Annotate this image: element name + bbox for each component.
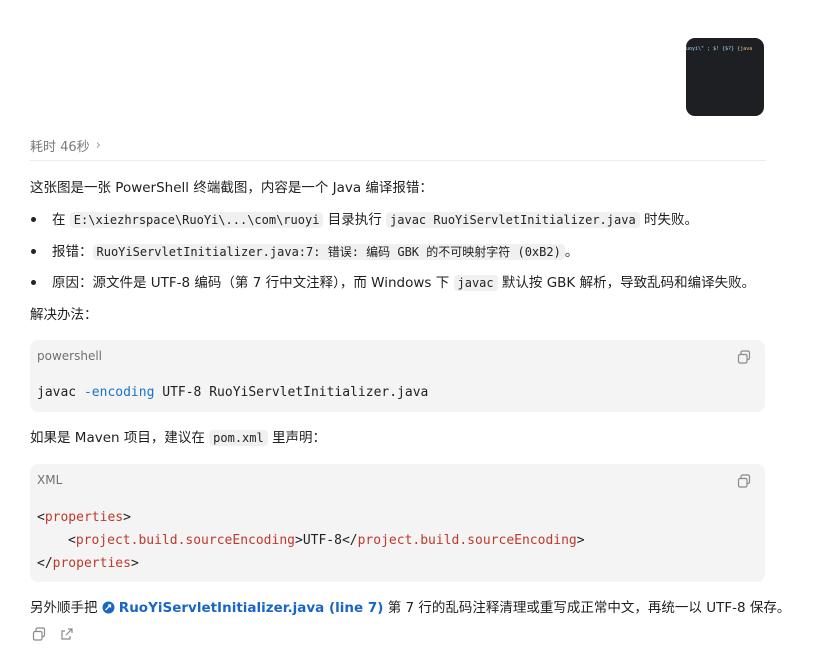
intro-text: 这张图是一张 PowerShell 终端截图，内容是一个 Java 编译报错： <box>30 180 433 196</box>
message-actions <box>32 627 74 641</box>
chevron-right-icon: › <box>95 138 101 153</box>
list-item: 在 E:\xiezhrspace\RuoYi\...\com\ruoyi 目录执… <box>52 212 698 228</box>
code-line: </properties> <box>37 556 139 571</box>
share-icon[interactable] <box>60 627 74 641</box>
code-line: <project.build.sourceEncoding>UTF-8</pro… <box>68 533 585 548</box>
code-line: <properties> <box>37 510 131 525</box>
elapsed-time-label: 耗时 46秒 <box>30 140 90 155</box>
code-block-powershell: powershell javac -encoding UTF-8 RuoYiSe… <box>30 340 765 412</box>
list-item: 原因：源文件是 UTF-8 编码（第 7 行中文注释），而 Windows 下 … <box>52 275 756 291</box>
bullet-marker <box>31 280 36 285</box>
file-link-icon <box>102 601 115 614</box>
closing-text: 另外顺手把 RuoYiServletInitializer.java (line… <box>30 600 791 616</box>
inline-code-path: E:\xiezhrspace\RuoYi\...\com\ruoyi <box>69 212 324 228</box>
code-language-label: powershell <box>37 349 102 363</box>
copy-icon[interactable] <box>737 474 751 488</box>
code-line: javac -encoding UTF-8 RuoYiServletInitia… <box>37 385 429 400</box>
bullet-marker <box>31 249 36 254</box>
code-language-label: XML <box>37 473 63 487</box>
elapsed-time-toggle[interactable]: 耗时 46秒 › <box>30 136 101 155</box>
inline-code-javac: javac <box>453 275 498 291</box>
thumbnail-preview-keyword: java <box>740 46 753 52</box>
maven-text: 如果是 Maven 项目，建议在 pom.xml 里声明： <box>30 430 327 446</box>
copy-icon[interactable] <box>737 350 751 364</box>
inline-code-pom: pom.xml <box>209 430 268 446</box>
inline-code-error: RuoYiServletInitializer.java:7: 错误: 编码 G… <box>92 244 565 260</box>
inline-code-command: javac RuoYiServletInitializer.java <box>386 212 640 228</box>
thumbnail-preview-text: uoyi\" ; $! {$?} { <box>686 46 741 52</box>
file-link[interactable]: RuoYiServletInitializer.java (line 7) <box>102 600 383 616</box>
bullet-marker <box>31 217 36 222</box>
attached-image-thumbnail[interactable]: uoyi\" ; $! {$?} {java <box>686 38 764 116</box>
solution-heading: 解决办法： <box>30 307 98 323</box>
code-block-xml: XML <properties> <project.build.sourceEn… <box>30 464 765 582</box>
list-item: 报错： RuoYiServletInitializer.java:7: 错误: 编… <box>52 244 579 260</box>
divider <box>30 160 766 161</box>
copy-icon[interactable] <box>32 627 46 641</box>
